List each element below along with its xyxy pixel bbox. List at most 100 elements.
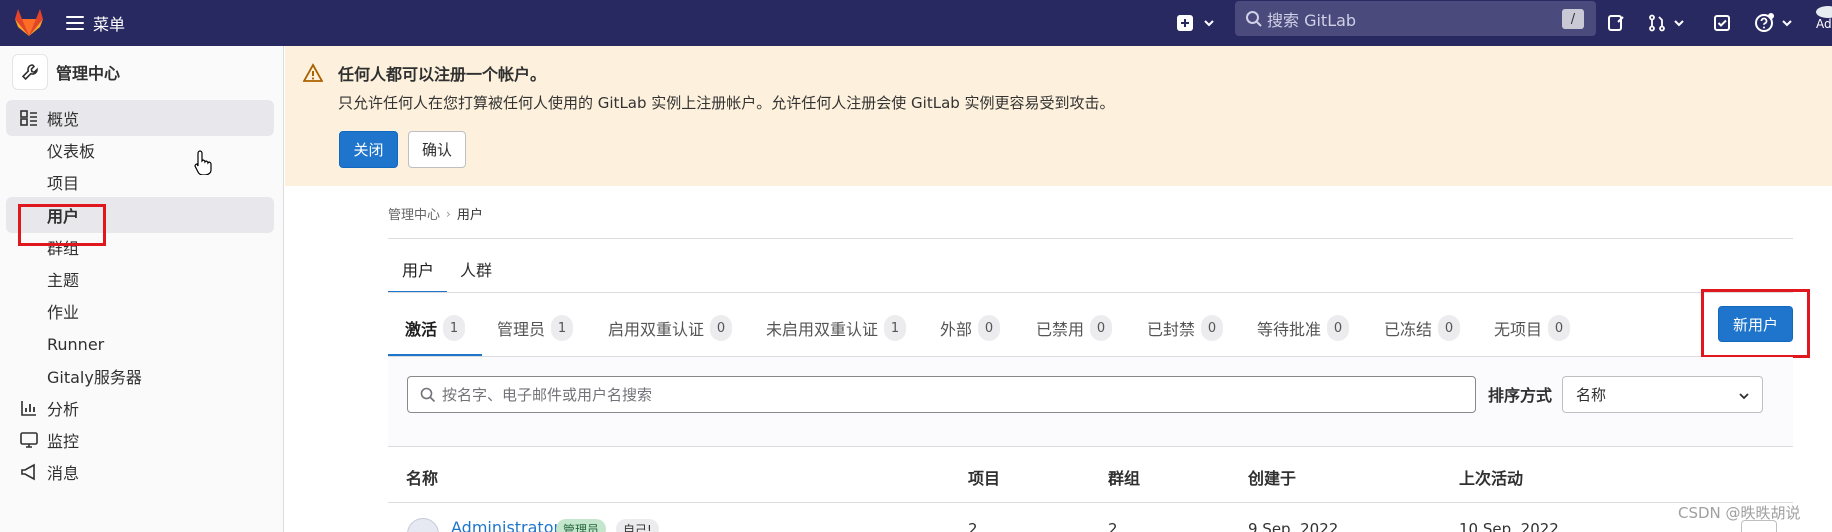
monitor-icon	[20, 432, 38, 448]
main-menu-label: 菜单	[93, 15, 126, 34]
merge-request-icon	[1649, 14, 1665, 32]
user-avatar-menu[interactable]: Ad	[1816, 6, 1832, 30]
divider	[388, 292, 1793, 293]
user-search-input[interactable]: 按名字、电子邮件或用户名搜索	[407, 376, 1476, 413]
user-groups-count: 2	[1108, 520, 1118, 532]
column-header-created: 创建于	[1248, 469, 1297, 488]
chevron-down-icon	[1782, 20, 1792, 27]
plus-square-icon	[1177, 15, 1193, 31]
column-header-groups: 群组	[1108, 469, 1141, 488]
sidebar-item-dashboard[interactable]: 仪表板	[6, 132, 274, 168]
sidebar-item-topics[interactable]: 主题	[6, 261, 274, 297]
user-last-activity: 10 Sep, 2022	[1459, 520, 1559, 532]
alert-acknowledge-button[interactable]: 确认	[408, 131, 466, 168]
filter-tab-label: 未启用双重认证	[766, 320, 879, 339]
top-navbar: 菜单 搜索 GitLab / Ad	[0, 0, 1832, 46]
create-new-dropdown[interactable]	[1176, 11, 1216, 35]
avatar-label: Ad	[1816, 17, 1832, 31]
search-shortcut-hint: /	[1562, 9, 1584, 29]
filter-tab-admins[interactable]: 管理员 1	[497, 314, 574, 342]
chevron-down-icon	[1204, 20, 1214, 27]
count-badge: 0	[1548, 315, 1571, 341]
column-header-projects: 项目	[968, 469, 1001, 488]
hamburger-icon	[66, 16, 84, 30]
alert-body: 只允许任何人在您打算被任何人使用的 GitLab 实例上注册帐户。允许任何人注册…	[338, 94, 1115, 112]
tab-users[interactable]: 用户	[402, 257, 434, 281]
global-search-placeholder: 搜索 GitLab	[1267, 10, 1357, 30]
filter-tab-label: 已封禁	[1147, 320, 1196, 339]
self-badge: 自己!	[616, 519, 659, 532]
sidebar-item-label: 作业	[47, 303, 80, 322]
divider	[388, 238, 1793, 239]
filter-tab-label: 外部	[940, 320, 973, 339]
filter-tab-blocked[interactable]: 已禁用 0	[1036, 314, 1113, 342]
sidebar-item-label: 监控	[47, 432, 80, 451]
chevron-down-icon	[1739, 393, 1749, 400]
filter-tab-2fa-disabled[interactable]: 未启用双重认证 1	[766, 314, 907, 342]
filter-tab-label: 等待批准	[1257, 320, 1322, 339]
highlight-box-new-user	[1701, 289, 1810, 358]
help-icon	[1755, 13, 1774, 32]
global-search-input[interactable]: 搜索 GitLab /	[1235, 1, 1596, 36]
sidebar-item-analytics[interactable]: 分析	[6, 390, 274, 426]
warning-icon	[303, 63, 323, 82]
issues-icon	[1608, 15, 1624, 31]
todos-nav-button[interactable]	[1713, 11, 1731, 35]
sidebar-item-monitoring[interactable]: 监控	[6, 422, 274, 458]
sidebar-title: 管理中心	[56, 64, 121, 83]
sidebar-header[interactable]: 管理中心	[12, 54, 120, 90]
filter-tab-pending-approval[interactable]: 等待批准 0	[1257, 314, 1350, 342]
breadcrumb-parent[interactable]: 管理中心	[388, 204, 440, 223]
avatar	[407, 518, 439, 532]
sidebar-item-runners[interactable]: Runner	[6, 326, 274, 362]
todo-check-icon	[1714, 15, 1730, 31]
tab-cohorts[interactable]: 人群	[460, 257, 492, 281]
highlight-box-users	[18, 204, 106, 246]
user-name-link[interactable]: Administrator	[451, 518, 560, 532]
open-signup-alert: 任何人都可以注册一个帐户。 只允许任何人在您打算被任何人使用的 GitLab 实…	[285, 46, 1832, 186]
count-badge: 0	[1438, 315, 1461, 341]
hand-cursor-icon	[194, 150, 212, 175]
sidebar-item-label: 项目	[47, 174, 80, 193]
merge-requests-dropdown[interactable]	[1648, 11, 1686, 35]
sidebar-item-label: Gitaly服务器	[47, 368, 142, 387]
admin-wrench-icon	[12, 54, 48, 90]
filter-tab-active[interactable]: 激活 1	[405, 314, 466, 342]
sort-select[interactable]: 名称	[1562, 376, 1763, 413]
sidebar-item-label: 分析	[47, 400, 80, 419]
search-icon	[420, 387, 436, 403]
count-badge: 0	[1327, 315, 1350, 341]
filter-tab-deactivated[interactable]: 已冻结 0	[1384, 314, 1461, 342]
filter-tab-label: 激活	[405, 320, 438, 339]
filter-tab-label: 已冻结	[1384, 320, 1433, 339]
count-badge: 1	[884, 315, 907, 341]
watermark-text: CSDN @昳昳胡说	[1678, 504, 1801, 522]
sidebar-item-label: 概览	[47, 110, 80, 129]
divider	[388, 446, 1793, 447]
user-search-placeholder: 按名字、电子邮件或用户名搜索	[442, 386, 653, 404]
sidebar-item-projects[interactable]: 项目	[6, 164, 274, 200]
chevron-down-icon	[1674, 20, 1684, 27]
filter-tab-label: 已禁用	[1036, 320, 1085, 339]
sidebar-item-messages[interactable]: 消息	[6, 454, 274, 490]
filter-tab-banned[interactable]: 已封禁 0	[1147, 314, 1224, 342]
count-badge: 0	[1201, 315, 1224, 341]
admin-badge: 管理员	[556, 519, 607, 532]
sidebar-item-gitaly-servers[interactable]: Gitaly服务器	[6, 358, 274, 394]
issues-nav-button[interactable]	[1607, 11, 1625, 35]
admin-sidebar: 管理中心 概览 仪表板 项目 用户 群组 主题 作业 Runner Gitaly…	[0, 46, 284, 532]
help-dropdown[interactable]	[1754, 11, 1794, 35]
alert-close-button[interactable]: 关闭	[339, 131, 398, 168]
filter-tab-2fa-enabled[interactable]: 启用双重认证 0	[608, 314, 733, 342]
sidebar-item-label: 主题	[47, 271, 80, 290]
sidebar-item-overview[interactable]: 概览	[6, 100, 274, 136]
gitlab-logo[interactable]	[12, 5, 46, 39]
breadcrumb: 管理中心 › 用户	[388, 204, 483, 224]
sidebar-item-jobs[interactable]: 作业	[6, 293, 274, 329]
filter-tab-without-projects[interactable]: 无项目 0	[1494, 314, 1571, 342]
filter-tab-external[interactable]: 外部 0	[940, 314, 1001, 342]
main-menu-button[interactable]: 菜单	[66, 8, 125, 38]
filter-tab-label: 管理员	[497, 320, 546, 339]
count-badge: 1	[551, 315, 574, 341]
sidebar-item-label: Runner	[47, 334, 105, 354]
